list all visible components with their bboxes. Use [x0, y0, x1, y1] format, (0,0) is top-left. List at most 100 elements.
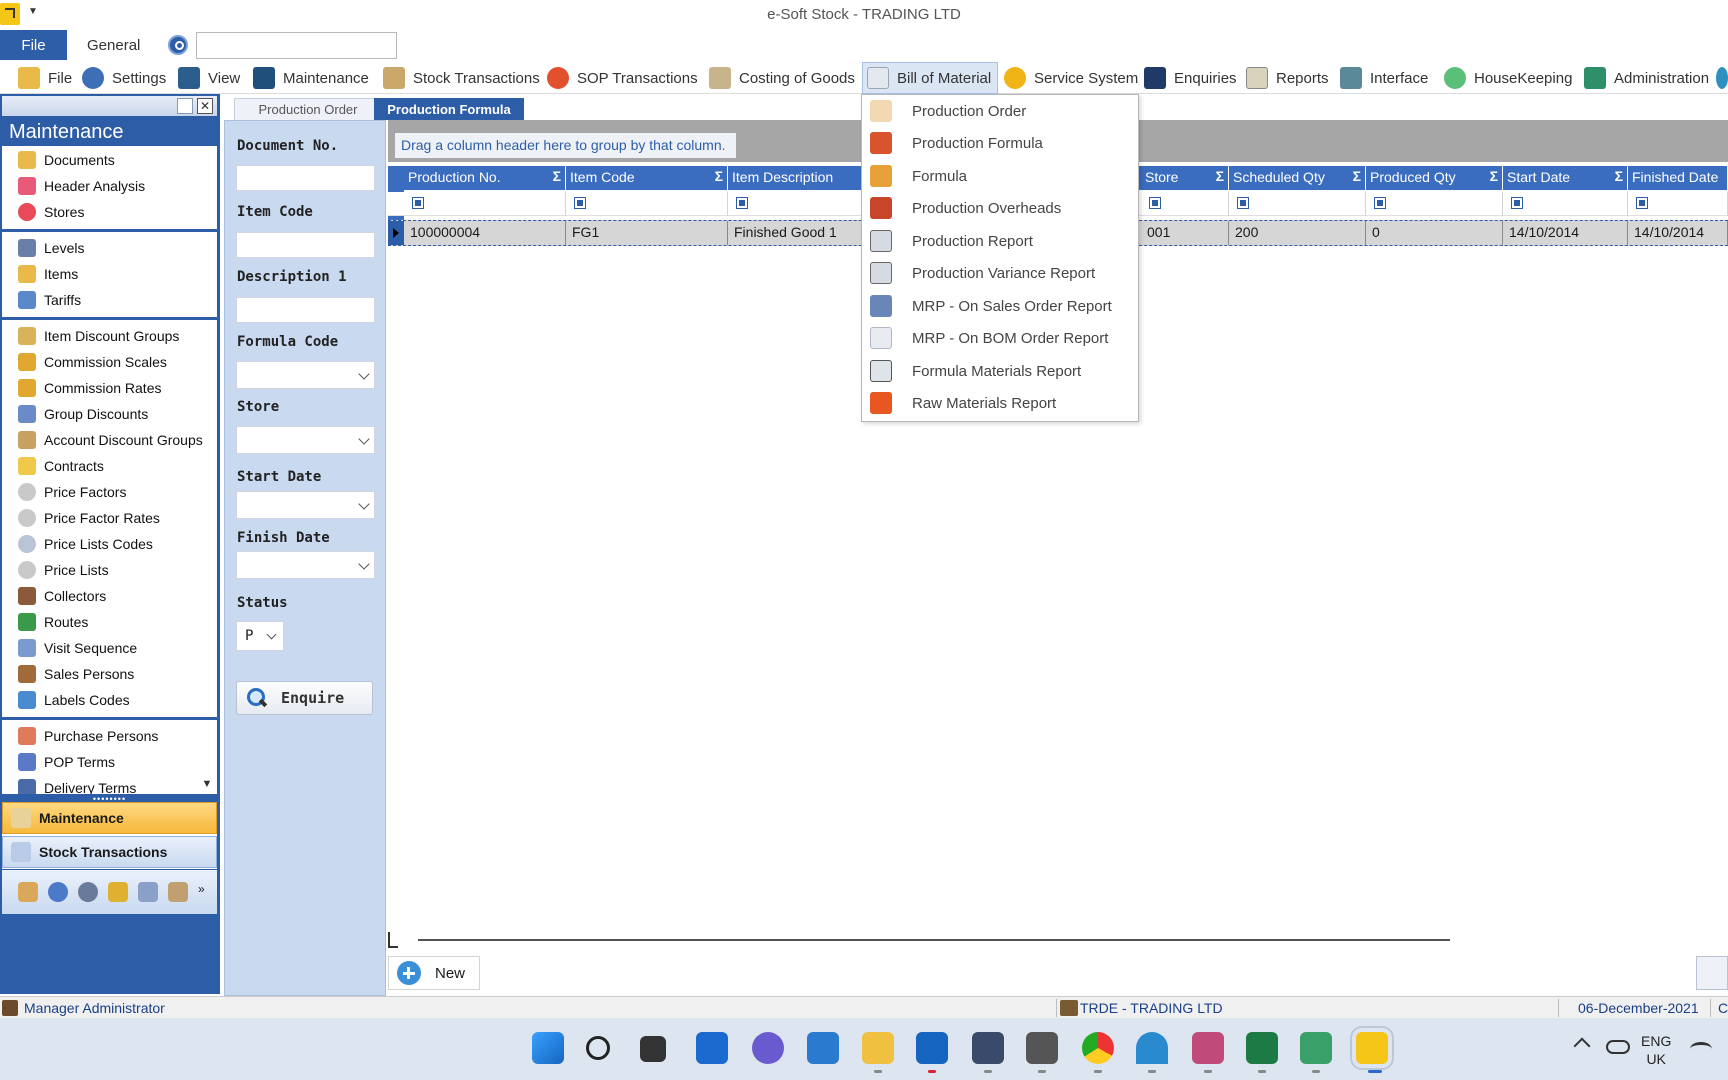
- column-header-store[interactable]: Store Σ: [1141, 166, 1229, 190]
- enquire-button[interactable]: Enquire: [236, 681, 373, 715]
- menu-item-formula-materials-report[interactable]: Formula Materials Report: [862, 355, 1138, 387]
- cell-finished-date[interactable]: 14/10/2014: [1628, 221, 1728, 245]
- tab-file[interactable]: File: [0, 30, 67, 60]
- store-select[interactable]: [236, 426, 375, 454]
- print-button[interactable]: [1696, 956, 1728, 990]
- menu-item-production-formula[interactable]: Production Formula: [862, 127, 1138, 159]
- edit-icon[interactable]: [168, 882, 188, 902]
- status-select[interactable]: P: [236, 621, 284, 651]
- esoft-stock-taskbar-icon[interactable]: [1350, 1026, 1394, 1070]
- sidebar-item-levels[interactable]: Levels: [2, 235, 217, 261]
- menu-item-formula[interactable]: Formula: [862, 160, 1138, 192]
- tab-production-formula[interactable]: Production Formula: [374, 98, 524, 120]
- cell-production-no[interactable]: 100000004: [404, 221, 566, 245]
- sidebar-item-commission-scales[interactable]: Commission Scales: [2, 349, 217, 375]
- menu-sop-transactions[interactable]: SOP Transactions: [547, 62, 698, 94]
- menu-service-system[interactable]: Service System: [1004, 62, 1138, 94]
- sidebar-item-price-factors[interactable]: Price Factors: [2, 479, 217, 505]
- hand-icon[interactable]: [108, 882, 128, 902]
- start-date-picker[interactable]: [236, 491, 375, 519]
- file-explorer-icon[interactable]: [862, 1032, 894, 1064]
- menu-item-raw-materials-report[interactable]: Raw Materials Report: [862, 387, 1138, 419]
- tab-production-order[interactable]: Production Order: [234, 98, 382, 120]
- column-header-item-code[interactable]: Item Code Σ: [566, 166, 728, 190]
- sidebar-item-account-discount-groups[interactable]: Account Discount Groups: [2, 427, 217, 453]
- cell-start-date[interactable]: 14/10/2014: [1503, 221, 1628, 245]
- task-view-icon[interactable]: [640, 1036, 666, 1062]
- column-header-production-no[interactable]: Production No. Σ: [404, 166, 566, 190]
- menu-administration[interactable]: Administration: [1584, 62, 1709, 94]
- sidebar-item-items[interactable]: Items: [2, 261, 217, 287]
- language-indicator[interactable]: ENG UK: [1641, 1032, 1671, 1068]
- horizontal-scrollbar[interactable]: [388, 932, 1728, 948]
- cell-item-code[interactable]: FG1: [566, 221, 728, 245]
- sidebar-item-sales-persons[interactable]: Sales Persons: [2, 661, 217, 687]
- tools-icon[interactable]: [138, 882, 158, 902]
- sidebar-item-stores[interactable]: Stores: [2, 199, 217, 225]
- sidebar-item-pop-terms[interactable]: POP Terms: [2, 749, 217, 775]
- filter-cell-start-date[interactable]: [1503, 192, 1628, 216]
- tab-general[interactable]: General: [87, 37, 140, 54]
- sidebar-item-collectors[interactable]: Collectors: [2, 583, 217, 609]
- menu-settings[interactable]: Settings: [82, 62, 166, 94]
- cell-item-description[interactable]: Finished Good 1: [728, 221, 862, 245]
- column-header-finished-date[interactable]: Finished Date: [1628, 166, 1728, 190]
- menu-bill-of-material[interactable]: Bill of Material: [862, 62, 999, 94]
- widgets-icon[interactable]: [696, 1032, 728, 1064]
- network-app-icon[interactable]: [1136, 1032, 1168, 1064]
- menu-item-production-order[interactable]: Production Order: [862, 95, 1138, 127]
- search-taskbar-icon[interactable]: [586, 1036, 610, 1060]
- outlook-icon[interactable]: [916, 1032, 948, 1064]
- column-header-produced-qty[interactable]: Produced Qty Σ: [1366, 166, 1503, 190]
- menu-item-production-report[interactable]: Production Report: [862, 225, 1138, 257]
- item-code-field[interactable]: [236, 232, 375, 258]
- sum-icon[interactable]: Σ: [1216, 168, 1224, 184]
- document-no-field[interactable]: [236, 165, 375, 191]
- filter-cell-production-no[interactable]: [404, 192, 566, 216]
- menu-maintenance[interactable]: Maintenance: [253, 62, 369, 94]
- globe-icon[interactable]: [48, 882, 68, 902]
- menu-stock-transactions[interactable]: Stock Transactions: [383, 62, 540, 94]
- finish-date-picker[interactable]: [236, 551, 375, 579]
- column-header-start-date[interactable]: Start Date Σ: [1503, 166, 1628, 190]
- chrome-icon[interactable]: [1082, 1032, 1114, 1064]
- menu-item-mrp-on-bom-order-report[interactable]: MRP - On BOM Order Report: [862, 322, 1138, 354]
- menu-view[interactable]: View: [178, 62, 240, 94]
- sum-icon[interactable]: Σ: [1490, 168, 1498, 184]
- menu-item-production-variance-report[interactable]: Production Variance Report: [862, 257, 1138, 289]
- sum-icon[interactable]: Σ: [1615, 168, 1623, 184]
- menu-file[interactable]: File: [18, 62, 72, 94]
- snipping-tool-icon[interactable]: [1192, 1032, 1224, 1064]
- menu-item-mrp-on-sales-order-report[interactable]: MRP - On Sales Order Report: [862, 290, 1138, 322]
- calculator-icon[interactable]: [1026, 1032, 1058, 1064]
- wifi-icon[interactable]: [1690, 1042, 1712, 1056]
- filter-cell-produced-qty[interactable]: [1366, 192, 1503, 216]
- search-input[interactable]: [196, 32, 397, 59]
- description-field[interactable]: [236, 297, 375, 323]
- menu-reports[interactable]: Reports: [1246, 62, 1329, 94]
- sidebar-group-stock-transactions[interactable]: Stock Transactions: [2, 836, 217, 868]
- sum-icon[interactable]: Σ: [715, 168, 723, 184]
- sidebar-item-visit-sequence[interactable]: Visit Sequence: [2, 635, 217, 661]
- new-button[interactable]: New: [388, 956, 480, 990]
- excel-icon[interactable]: [1246, 1032, 1278, 1064]
- menu-housekeeping[interactable]: HouseKeeping: [1444, 62, 1572, 94]
- search-icon[interactable]: [168, 35, 188, 55]
- onedrive-cloud-icon[interactable]: [1606, 1040, 1630, 1054]
- chevron-up-icon[interactable]: [1573, 1037, 1591, 1055]
- menu-enquiries[interactable]: Enquiries: [1144, 62, 1237, 94]
- sidebar-item-item-discount-groups[interactable]: Item Discount Groups: [2, 323, 217, 349]
- sum-icon[interactable]: Σ: [553, 168, 561, 184]
- mail-app-icon[interactable]: [972, 1032, 1004, 1064]
- menu-item-production-overheads[interactable]: Production Overheads: [862, 192, 1138, 224]
- sidebar-item-commission-rates[interactable]: Commission Rates: [2, 375, 217, 401]
- menu-costing-of-goods[interactable]: Costing of Goods: [709, 62, 855, 94]
- cell-store[interactable]: 001: [1141, 221, 1229, 245]
- sidebar-item-price-lists[interactable]: Price Lists: [2, 557, 217, 583]
- filter-cell-scheduled-qty[interactable]: [1229, 192, 1366, 216]
- sidebar-item-labels-codes[interactable]: Labels Codes: [2, 687, 217, 713]
- sidebar-item-price-factor-rates[interactable]: Price Factor Rates: [2, 505, 217, 531]
- menu-overflow[interactable]: [1716, 62, 1728, 94]
- sidebar-item-header-analysis[interactable]: Header Analysis: [2, 173, 217, 199]
- filter-cell-item-description[interactable]: [728, 192, 862, 216]
